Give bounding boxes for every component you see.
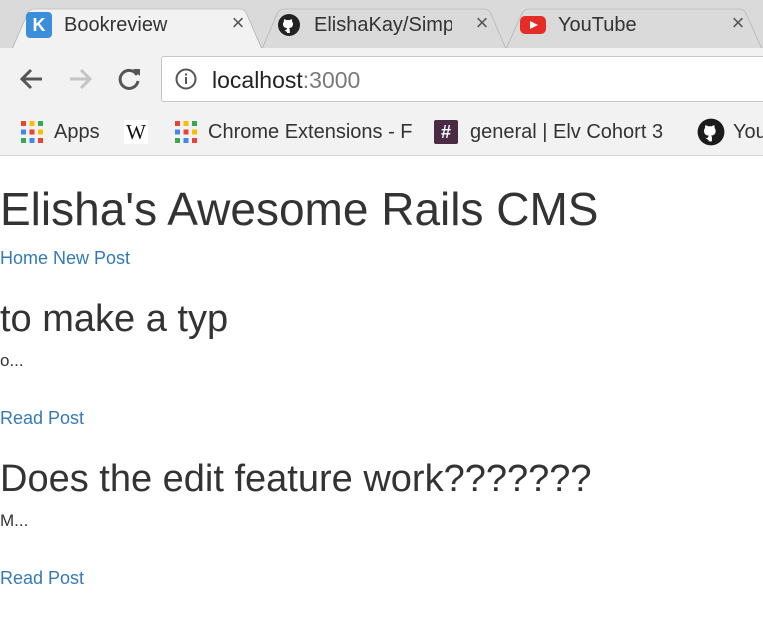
wikipedia-icon: W bbox=[124, 120, 148, 144]
url-text: localhost:3000 bbox=[212, 67, 361, 93]
bookmark-slack-general[interactable]: # general | Elv Cohort 3 bbox=[434, 117, 663, 147]
nav-home-link[interactable]: Home bbox=[0, 248, 48, 268]
bookmark-chrome-extensions[interactable]: Chrome Extensions - F bbox=[174, 117, 413, 147]
bookmark-wikipedia[interactable]: W bbox=[124, 117, 158, 147]
browser-chrome: K Bookreview × ElishaKay/Simp × YouTube … bbox=[0, 0, 763, 156]
info-icon[interactable] bbox=[175, 68, 197, 90]
bookmark-label: general | Elv Cohort 3 bbox=[470, 120, 664, 143]
tab-title: ElishaKay/Simp bbox=[314, 13, 452, 36]
nav-new-post-link[interactable]: New Post bbox=[53, 248, 130, 268]
tab-bookreview[interactable]: K Bookreview × bbox=[12, 2, 262, 48]
bookmark-label: Chrome Extensions - F bbox=[208, 120, 413, 143]
tab-strip: K Bookreview × ElishaKay/Simp × YouTube … bbox=[0, 0, 763, 48]
post-title: Does the edit feature work??????? bbox=[0, 458, 592, 500]
post-item: Does the edit feature work??????? M... R… bbox=[0, 458, 592, 588]
k-logo-icon: K bbox=[26, 12, 52, 38]
site-nav: Home New Post bbox=[0, 248, 130, 269]
tab-youtube[interactable]: YouTube × bbox=[506, 2, 762, 48]
close-icon[interactable]: × bbox=[472, 12, 492, 34]
page-content: Elisha's Awesome Rails CMS Home New Post… bbox=[0, 156, 763, 627]
toolbar: localhost:3000 bbox=[0, 48, 763, 110]
close-icon[interactable]: × bbox=[228, 12, 248, 34]
tab-title: Bookreview bbox=[64, 13, 168, 36]
apps-grid-icon bbox=[175, 121, 197, 143]
youtube-icon bbox=[520, 12, 546, 38]
bookmark-label: You bbox=[733, 120, 763, 143]
post-title: to make a typ bbox=[0, 298, 229, 340]
reload-icon[interactable] bbox=[113, 63, 145, 95]
read-post-link[interactable]: Read Post bbox=[0, 568, 84, 589]
close-icon[interactable]: × bbox=[728, 12, 748, 34]
bookmark-github[interactable]: You bbox=[697, 117, 763, 147]
post-item: to make a typ o... Read Post bbox=[0, 298, 229, 428]
site-title: Elisha's Awesome Rails CMS bbox=[0, 183, 599, 235]
tab-title: YouTube bbox=[558, 13, 637, 36]
apps-grid-icon bbox=[21, 121, 43, 143]
github-icon bbox=[697, 118, 725, 146]
address-bar[interactable]: localhost:3000 bbox=[161, 56, 763, 102]
bookmark-apps[interactable]: Apps bbox=[20, 117, 100, 147]
read-post-link[interactable]: Read Post bbox=[0, 408, 84, 429]
post-excerpt: M... bbox=[0, 511, 29, 530]
forward-arrow-icon[interactable] bbox=[64, 63, 96, 95]
slack-icon: # bbox=[434, 120, 458, 144]
bookmarks-bar: Apps W Chrome Extensions - F # general |… bbox=[0, 110, 763, 154]
bookmark-label: Apps bbox=[54, 120, 100, 143]
tab-github[interactable]: ElishaKay/Simp × bbox=[262, 2, 506, 48]
post-excerpt: o... bbox=[0, 351, 24, 370]
back-arrow-icon[interactable] bbox=[16, 63, 48, 95]
github-icon bbox=[276, 12, 302, 38]
